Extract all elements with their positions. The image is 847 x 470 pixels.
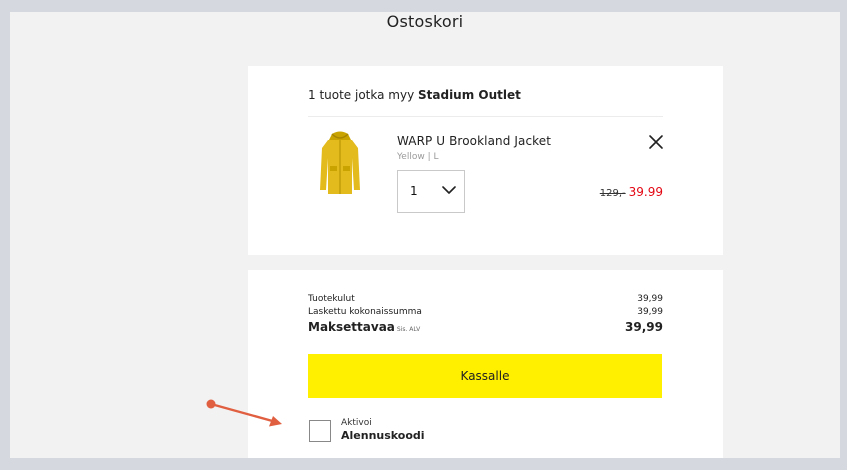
seller-name: Stadium Outlet <box>418 88 521 102</box>
discount-code-checkbox[interactable] <box>309 420 331 442</box>
divider <box>308 116 663 117</box>
product-variant: Yellow | L <box>397 152 439 162</box>
seller-prefix: 1 tuote jotka myy <box>308 88 418 102</box>
seller-line: 1 tuote jotka myy Stadium Outlet <box>308 88 521 102</box>
to-pay-row: Maksettavaa Sis. ALV 39,99 <box>308 320 663 334</box>
checkout-button[interactable]: Kassalle <box>308 354 662 398</box>
product-costs-value: 39,99 <box>637 294 663 304</box>
close-icon[interactable] <box>648 134 664 150</box>
calculated-total-label: Laskettu kokonaissumma <box>308 307 422 317</box>
page-title: Ostoskori <box>386 12 464 31</box>
quantity-select[interactable]: 1 <box>397 170 465 213</box>
browser-viewport: Ostoskori 1 tuote jotka myy Stadium Outl… <box>10 12 840 458</box>
yellow-jacket-image[interactable] <box>318 130 362 196</box>
product-costs-label: Tuotekulut <box>308 294 355 304</box>
discount-code-label[interactable]: Alennuskoodi <box>341 429 425 442</box>
product-costs-row: Tuotekulut 39,99 <box>308 294 663 304</box>
product-name[interactable]: WARP U Brookland Jacket <box>397 134 551 148</box>
order-summary-panel: Tuotekulut 39,99 Laskettu kokonaissumma … <box>248 270 723 458</box>
discount-activate-label: Aktivoi <box>341 418 372 428</box>
calculated-total-row: Laskettu kokonaissumma 39,99 <box>308 307 663 317</box>
price-new: 39.99 <box>628 185 663 199</box>
to-pay-label: Maksettavaa <box>308 320 395 334</box>
to-pay-value: 39,99 <box>625 320 663 334</box>
price-old: 129,- <box>599 188 626 199</box>
calculated-total-value: 39,99 <box>637 307 663 317</box>
quantity-value: 1 <box>410 184 418 198</box>
price: 129,- 39.99 <box>600 185 663 199</box>
vat-note: Sis. ALV <box>396 326 421 333</box>
cart-items-panel: 1 tuote jotka myy Stadium Outlet WARP U … <box>248 66 723 255</box>
annotation-arrow <box>206 399 282 427</box>
chevron-down-icon <box>442 186 456 194</box>
